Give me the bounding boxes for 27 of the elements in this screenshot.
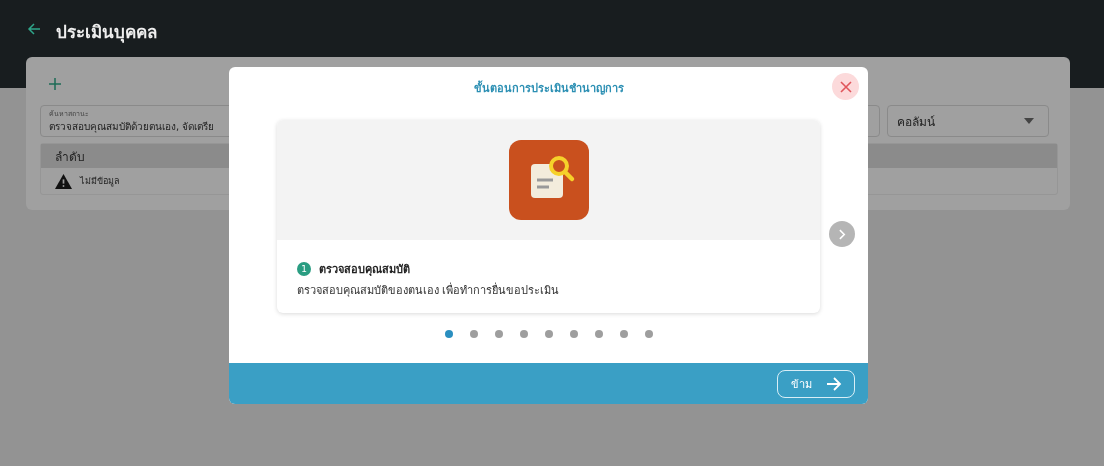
pagination-dot[interactable]	[444, 330, 453, 338]
close-icon	[839, 80, 852, 93]
document-search-icon	[508, 140, 589, 220]
empty-message: ไม่มีข้อมูล	[80, 175, 120, 188]
next-slide-button[interactable]	[829, 221, 855, 247]
close-button[interactable]	[832, 73, 859, 100]
back-arrow-icon[interactable]	[26, 21, 42, 37]
pagination-dot[interactable]	[569, 330, 578, 338]
pagination-dot[interactable]	[644, 330, 653, 338]
add-icon[interactable]	[48, 77, 62, 91]
step-description: ตรวจสอบคุณสมบัติของตนเอง เพื่อทำการยื่นขอประเมิน	[297, 281, 561, 299]
pagination-dot[interactable]	[494, 330, 503, 338]
caret-icon	[1024, 118, 1034, 124]
page-title: ประเมินบุคคล	[56, 21, 157, 45]
chevron-right-icon	[838, 228, 846, 240]
pagination-dot[interactable]	[519, 330, 528, 338]
column-dropdown[interactable]: คอลัมน์	[887, 105, 1049, 137]
warning-icon	[55, 173, 72, 189]
pagination-dot[interactable]	[469, 330, 478, 338]
arrow-right-icon	[825, 376, 842, 391]
dialog-title: ขั้นตอนการประเมินชำนาญการ	[472, 79, 625, 97]
pagination-dot[interactable]	[594, 330, 603, 338]
step-title: ตรวจสอบคุณสมบัติ	[319, 262, 410, 278]
step-number: 1	[297, 262, 311, 276]
column-header: ลำดับ	[55, 148, 85, 166]
pagination-dot[interactable]	[619, 330, 628, 338]
pagination-dot[interactable]	[544, 330, 553, 338]
